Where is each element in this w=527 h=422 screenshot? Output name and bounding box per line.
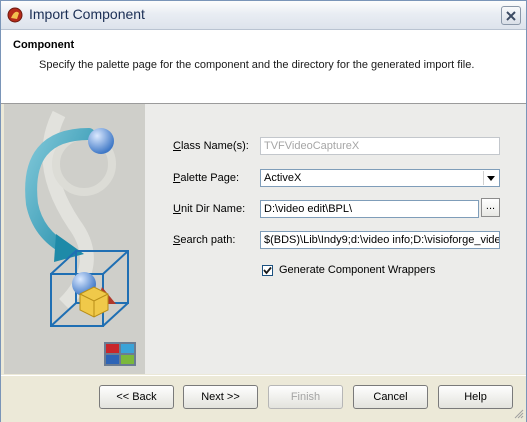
back-button[interactable]: << Back bbox=[99, 385, 174, 409]
help-button[interactable]: Help bbox=[438, 385, 513, 409]
resize-grip-icon[interactable] bbox=[514, 409, 524, 419]
browse-unit-dir-button[interactable]: ... bbox=[481, 198, 500, 217]
palette-page-value: ActiveX bbox=[264, 172, 302, 184]
wizard-header: Component Specify the palette page for t… bbox=[1, 30, 526, 104]
wizard-illustration bbox=[4, 104, 145, 374]
palette-icon bbox=[104, 342, 136, 366]
palette-page-label: Palette Page: bbox=[173, 172, 240, 184]
generate-wrappers-checkbox[interactable] bbox=[262, 265, 273, 276]
import-component-dialog: Import Component Component Specify the p… bbox=[0, 0, 527, 422]
unit-dir-label: Unit Dir Name: bbox=[173, 203, 246, 215]
search-path-field[interactable]: $(BDS)\Lib\Indy9;d:\video info;D:\visiof… bbox=[260, 231, 500, 249]
title-bar[interactable]: Import Component bbox=[1, 1, 526, 30]
class-name-label: Class Name(s): bbox=[173, 140, 249, 152]
close-icon bbox=[506, 10, 516, 21]
class-name-field[interactable]: TVFVideoCaptureX bbox=[260, 137, 500, 155]
unit-dir-field[interactable]: D:\video edit\BPL\ bbox=[260, 200, 479, 218]
finish-button[interactable]: Finish bbox=[268, 385, 343, 409]
cancel-button[interactable]: Cancel bbox=[353, 385, 428, 409]
palette-page-dropdown-button[interactable] bbox=[483, 171, 498, 185]
header-description: Specify the palette page for the compone… bbox=[39, 59, 475, 71]
close-button[interactable] bbox=[501, 6, 521, 25]
palette-page-combobox[interactable]: ActiveX bbox=[260, 169, 500, 187]
search-path-label: Search path: bbox=[173, 234, 236, 246]
next-button[interactable]: Next >> bbox=[183, 385, 258, 409]
checkmark-icon bbox=[263, 266, 272, 275]
generate-wrappers-label[interactable]: Generate Component Wrappers bbox=[279, 264, 435, 276]
chevron-down-icon bbox=[487, 175, 495, 181]
delphi-helmet-icon bbox=[7, 7, 23, 23]
window-title: Import Component bbox=[29, 6, 145, 22]
header-title: Component bbox=[13, 39, 75, 51]
